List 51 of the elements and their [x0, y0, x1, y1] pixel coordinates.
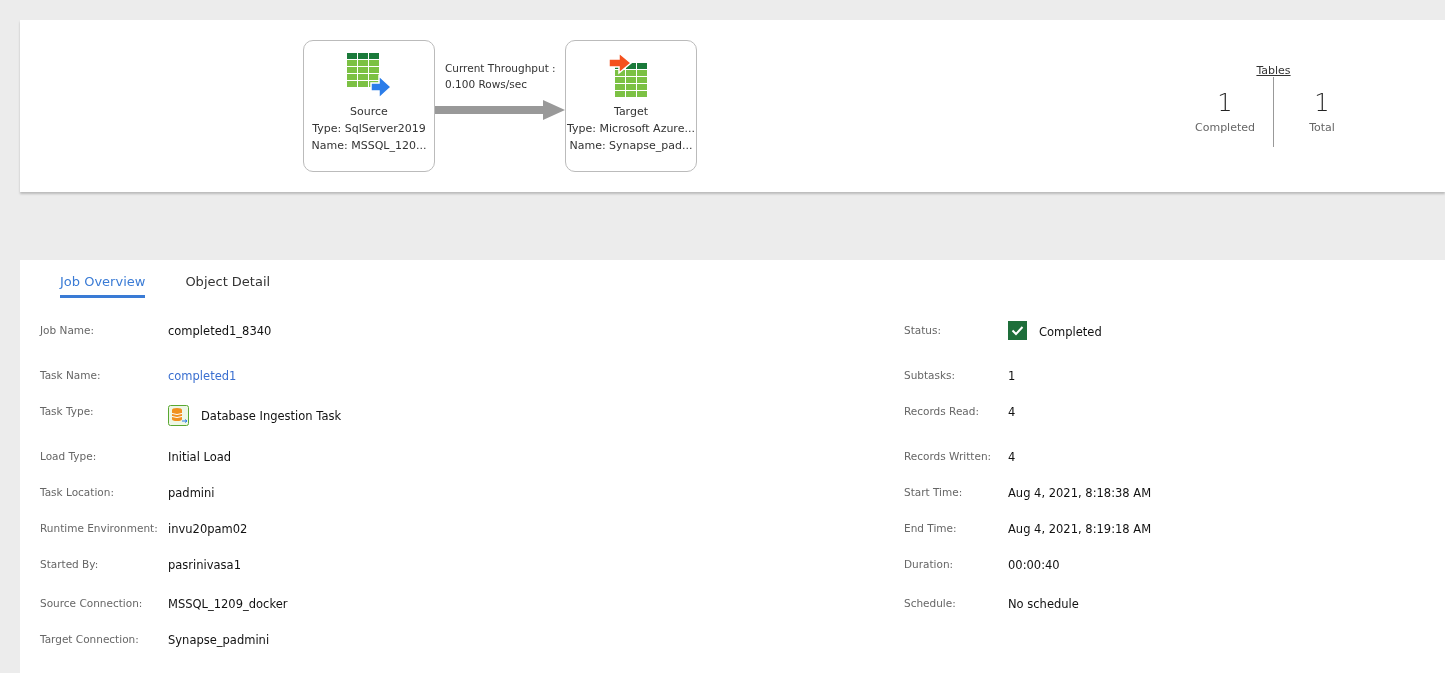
tables-link[interactable]: Tables — [1256, 64, 1291, 77]
field-value: invu20pam02 — [168, 522, 249, 536]
stat-value: 1 — [1217, 89, 1233, 117]
type-label: Type: Microsoft Azure... — [567, 121, 695, 137]
field-value: Aug 4, 2021, 8:19:18 AM — [1008, 522, 1153, 536]
type-label: Type: SqlServer2019 — [312, 121, 426, 137]
field-value: pasrinivasa1 — [168, 558, 242, 572]
field-label: Job Name: — [40, 324, 96, 336]
field-label: Records Written: — [904, 450, 993, 462]
field-value: 00:00:40 — [1008, 558, 1061, 572]
field-value: No schedule — [1008, 597, 1080, 611]
field-label: Subtasks: — [904, 369, 957, 381]
throughput-label: Current Throughput : — [444, 61, 557, 76]
tab[interactable]: Object Detail — [185, 270, 271, 298]
field-label: Runtime Environment: — [40, 522, 159, 534]
field-label: Task Name: — [40, 369, 102, 381]
field-label: Schedule: — [904, 597, 957, 609]
value-text: Database Ingestion Task — [201, 408, 342, 423]
task-link[interactable]: completed1 — [168, 369, 904, 383]
source-title: Source — [350, 104, 388, 120]
database-task-icon — [168, 405, 189, 426]
field-label: End Time: — [904, 522, 958, 534]
field-label: Status: — [904, 324, 942, 336]
field-label: Records Read: — [904, 405, 980, 417]
field-label: Start Time: — [904, 486, 964, 498]
field-value: Aug 4, 2021, 8:18:38 AM — [1008, 486, 1153, 500]
stat-label: Total — [1309, 121, 1335, 134]
field-label: Duration: — [904, 558, 955, 570]
field-label: Target Connection: — [40, 633, 140, 645]
stat-label: Completed — [1195, 121, 1255, 134]
field-label: Started By: — [40, 558, 100, 570]
field-value: Initial Load — [168, 450, 233, 464]
field-value: completed1_8340 — [168, 324, 273, 338]
field-value: Synapse_padmini — [168, 633, 271, 647]
field-value: padmini — [168, 486, 216, 500]
field-value: 1 — [1008, 369, 1017, 383]
target-title: Target — [614, 104, 648, 120]
name-label: Name: MSSQL_120... — [311, 138, 427, 154]
field-label: Task Type: — [40, 405, 95, 417]
name-label: Name: Synapse_pad... — [569, 138, 693, 154]
field-value: 4 — [1008, 450, 1017, 464]
field-label: Load Type: — [40, 450, 98, 462]
throughput-value: 0.100 Rows/sec — [444, 77, 528, 92]
field-value: 4 — [1008, 405, 1017, 419]
stat-value: 1 — [1314, 89, 1330, 117]
status-text: Completed — [1039, 325, 1102, 339]
field-label: Task Location: — [40, 486, 115, 498]
tab[interactable]: Job Overview — [60, 270, 146, 298]
field-value: MSSQL_1209_docker — [168, 597, 289, 611]
field-label: Source Connection: — [40, 597, 144, 609]
table-export-icon — [345, 53, 393, 99]
